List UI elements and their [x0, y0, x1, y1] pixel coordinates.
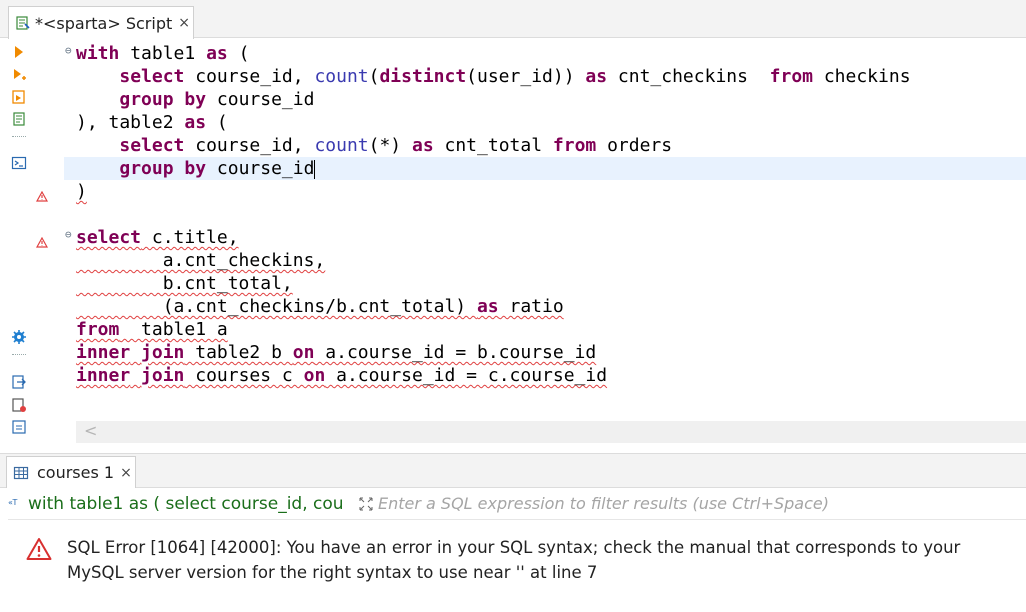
error-panel: SQL Error [1064] [42000]: You have an er…: [0, 521, 1026, 612]
code-line: b.cnt_total,: [76, 273, 293, 294]
toolbar-separator: [12, 136, 26, 142]
results-tab-title: courses 1: [37, 463, 115, 482]
code-line: from table1 a: [76, 319, 228, 340]
code-line: (a.cnt_checkins/b.cnt_total) as ratio: [76, 296, 564, 317]
code-line: select course_id, count(distinct(user_id…: [119, 66, 911, 87]
close-icon[interactable]: ×: [120, 465, 132, 481]
execute-script-icon[interactable]: [11, 89, 27, 105]
explain-plan-icon[interactable]: [11, 111, 27, 127]
script-tab-title: *<sparta> Script: [35, 13, 173, 33]
results-filter-bar: «T with table1 as ( select course_id, co…: [8, 488, 1026, 520]
text-caret: [314, 159, 316, 179]
filter-expression-input[interactable]: [378, 494, 1018, 513]
settings-gear-icon[interactable]: [11, 329, 27, 345]
code-line: inner join table2 b on a.course_id = b.c…: [76, 342, 597, 363]
warning-triangle-icon: [26, 537, 52, 561]
expand-icon[interactable]: [358, 496, 374, 512]
execute-statement-icon[interactable]: [11, 44, 27, 60]
error-message: SQL Error [1064] [42000]: You have an er…: [67, 538, 961, 582]
code-line: select c.title,: [76, 227, 239, 248]
panel-sash[interactable]: [0, 445, 1026, 453]
editor-tab-bar: *<sparta> Script ×: [0, 0, 1026, 39]
maximize-panel-arrows-icon[interactable]: [648, 446, 684, 460]
code-line-current: group by course_id: [64, 157, 1026, 180]
execute-statement-new-tab-icon[interactable]: [11, 67, 27, 83]
code-line: a.cnt_checkins,: [76, 250, 326, 271]
warning-marker-icon[interactable]: [35, 233, 49, 248]
warning-marker-icon[interactable]: [35, 187, 49, 202]
results-tab-bar: courses 1 ×: [0, 453, 1026, 488]
fold-toggle-icon[interactable]: ⊖: [65, 228, 72, 241]
fold-toggle-icon[interactable]: ⊖: [65, 44, 72, 57]
code-line: group by course_id: [119, 89, 315, 110]
sql-editor[interactable]: ⊖ with table1 as ( select course_id, cou…: [64, 39, 1026, 423]
scroll-left-button[interactable]: <: [84, 421, 97, 440]
code-line: with table1 as (: [76, 43, 250, 64]
code-line: ), table2 as (: [76, 112, 228, 133]
grid-table-icon: [13, 465, 29, 481]
query-preview-text[interactable]: with table1 as ( select course_id, cou: [28, 494, 350, 514]
code-line: ): [76, 181, 87, 202]
code-line: inner join courses c on a.course_id = c.…: [76, 365, 608, 386]
code-line: select course_id, count(*) as cnt_total …: [119, 135, 673, 156]
sql-file-icon[interactable]: [11, 419, 27, 435]
annotation-ruler: [35, 39, 64, 445]
close-icon[interactable]: ×: [178, 15, 190, 31]
new-file-icon[interactable]: [11, 397, 27, 413]
export-icon[interactable]: [11, 374, 27, 390]
svg-text:«T: «T: [8, 498, 17, 507]
sql-query-icon: «T: [8, 496, 24, 512]
toolbar-separator: [12, 354, 26, 360]
sql-script-icon: [15, 15, 31, 31]
horizontal-scrollbar[interactable]: <: [76, 421, 1026, 443]
editor-toolbar-gutter: [0, 39, 36, 445]
results-tab-courses[interactable]: courses 1 ×: [6, 456, 136, 488]
script-tab[interactable]: *<sparta> Script ×: [8, 6, 194, 39]
terminal-icon[interactable]: [11, 155, 27, 171]
